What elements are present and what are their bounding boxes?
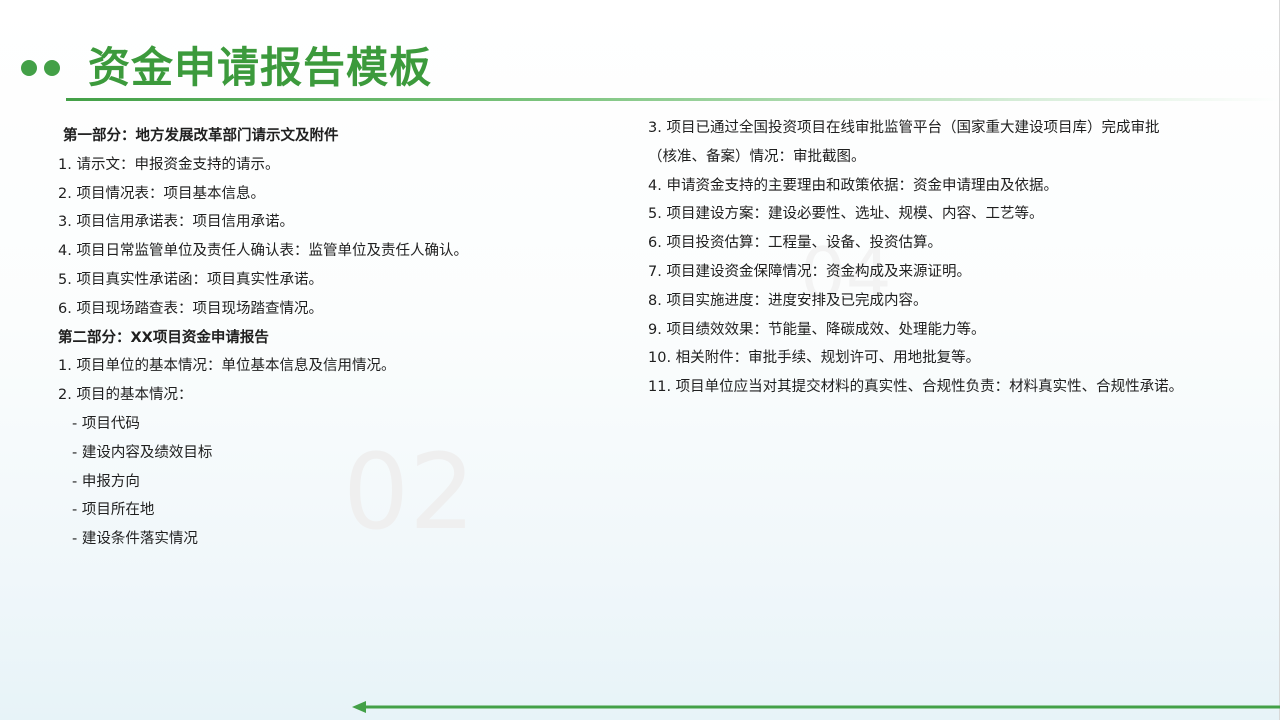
bullet-dot-icon <box>44 60 60 76</box>
list-item: 6. 项目投资估算：工程量、设备、投资估算。 <box>648 235 942 252</box>
list-item: 7. 项目建设资金保障情况：资金构成及来源证明。 <box>648 263 971 280</box>
bullet-dot-icon <box>21 60 37 76</box>
list-item: 8. 项目实施进度：进度安排及已完成内容。 <box>648 292 928 309</box>
right-content-column: 3. 项目已通过全国投资项目在线审批监管平台（国家重大建设项目库）完成审批 （核准… <box>648 114 1258 402</box>
list-item: 3. 项目已通过全国投资项目在线审批监管平台（国家重大建设项目库）完成审批 <box>648 120 1160 136</box>
list-item: 3. 项目信用承诺表：项目信用承诺。 <box>58 214 294 231</box>
sub-list-item: - 建设内容及绩效目标 <box>72 444 213 461</box>
title-bullet-dots <box>21 60 65 76</box>
sub-list-item: - 申报方向 <box>72 473 140 490</box>
list-item: 2. 项目情况表：项目基本信息。 <box>58 185 265 202</box>
list-item: 2. 项目的基本情况： <box>58 387 193 404</box>
slide: { "title": "资金申请报告模板", "colors": { "acce… <box>0 0 1280 720</box>
list-item: 9. 项目绩效效果：节能量、降碳成效、处理能力等。 <box>648 321 986 338</box>
sub-list-item: - 项目所在地 <box>72 502 155 519</box>
sub-list-item: - 项目代码 <box>72 415 140 432</box>
left-content-column: 第一部分：地方发展改革部门请示文及附件 1. 请示文：申报资金支持的请示。 2. 项… <box>58 122 618 554</box>
section-heading: 第一部分：地方发展改革部门请示文及附件 <box>63 128 339 144</box>
page-title: 资金申请报告模板 <box>88 43 433 92</box>
list-item: 6. 项目现场踏查表：项目现场踏查情况。 <box>58 300 323 317</box>
title-underline <box>66 98 1280 101</box>
list-item: 4. 项目日常监管单位及责任人确认表：监管单位及责任人确认。 <box>58 243 468 260</box>
list-item: （核准、备案）情况：审批截图。 <box>648 148 866 165</box>
list-item: 4. 申请资金支持的主要理由和政策依据：资金申请理由及依据。 <box>648 177 1058 194</box>
section-heading: 第二部分：XX项目资金申请报告 <box>58 329 269 346</box>
list-item: 11. 项目单位应当对其提交材料的真实性、合规性负责：材料真实性、合规性承诺。 <box>648 379 1184 396</box>
list-item: 5. 项目建设方案：建设必要性、选址、规模、内容、工艺等。 <box>648 206 1044 223</box>
arrow-left-icon <box>352 701 1280 713</box>
list-item: 1. 请示文：申报资金支持的请示。 <box>58 156 280 173</box>
list-item: 1. 项目单位的基本情况：单位基本信息及信用情况。 <box>58 358 396 375</box>
sub-list-item: - 建设条件落实情况 <box>72 531 198 548</box>
list-item: 10. 相关附件：审批手续、规划许可、用地批复等。 <box>648 350 981 367</box>
list-item: 5. 项目真实性承诺函：项目真实性承诺。 <box>58 271 323 288</box>
